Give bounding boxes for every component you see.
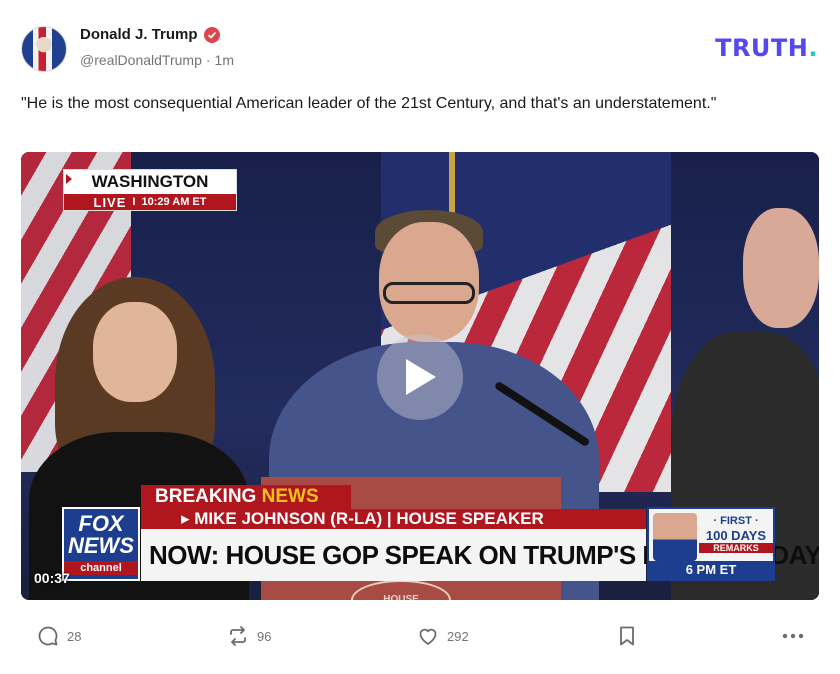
separator: · <box>205 52 211 68</box>
post-text: "He is the most consequential American l… <box>21 95 717 112</box>
more-options-button[interactable] <box>781 620 805 652</box>
breaking-news-label: BREAKING NEWS <box>141 485 351 509</box>
video-duration: 00:37 <box>34 570 70 586</box>
live-label: LIVE <box>93 194 127 210</box>
heart-icon <box>419 628 437 645</box>
fox-logo-line1: FOX <box>78 511 124 536</box>
live-bar: LIVE I 10:29 AM ET <box>64 194 236 210</box>
video-player[interactable]: HOUSE WASHINGTON LIVE I 10:29 AM ET BREA… <box>21 152 819 600</box>
post-time[interactable]: 1m <box>215 52 234 68</box>
action-bar: 28 96 292 <box>0 620 840 652</box>
avatar[interactable] <box>21 26 67 72</box>
live-time: 10:29 AM ET <box>141 196 207 208</box>
news-text: NEWS <box>261 486 319 507</box>
reply-count: 28 <box>67 628 82 644</box>
like-button[interactable]: 292 <box>417 620 469 652</box>
bookmark-button[interactable] <box>617 620 637 652</box>
author-name[interactable]: Donald J. Trump <box>80 26 198 43</box>
promo-line2: 100 DAYS <box>705 528 767 543</box>
reply-button[interactable]: 28 <box>37 620 81 652</box>
promo-thumbnail <box>653 513 697 561</box>
promo-line3: REMARKS <box>699 543 773 553</box>
fox-logo-line3: channel <box>64 561 138 575</box>
retruth-count: 96 <box>257 628 272 644</box>
location-title: WASHINGTON <box>91 172 209 191</box>
like-count: 292 <box>447 628 469 644</box>
play-icon <box>406 359 436 395</box>
verified-badge-icon <box>203 26 220 43</box>
live-divider: I <box>132 196 136 208</box>
more-icon <box>782 633 804 639</box>
promo-line1: · FIRST · <box>713 515 759 527</box>
author-handle[interactable]: @realDonaldTrump <box>80 52 202 68</box>
breaking-text: BREAKING <box>155 486 257 507</box>
fox-news-logo: FOX NEWS channel <box>62 507 140 581</box>
retruth-button[interactable]: 96 <box>227 620 271 652</box>
promo-box: · FIRST · 100 DAYS REMARKS 6 PM ET <box>647 507 775 581</box>
man-right-face <box>743 208 819 328</box>
woman-face <box>93 302 177 402</box>
chyron-headline: NOW: HOUSE GOP SPEAK ON TRUMP'S FIRST 10… <box>141 529 819 581</box>
retruth-icon <box>230 626 246 646</box>
fox-logo-line2: NEWS <box>68 533 134 558</box>
truth-logo-text: TRUTH <box>715 34 809 62</box>
comment-icon <box>38 626 58 646</box>
truth-logo[interactable]: TRUTH. <box>715 34 818 62</box>
bookmark-icon <box>620 626 634 646</box>
truth-logo-dot: . <box>808 34 818 62</box>
handle-row: @realDonaldTrump · 1m <box>80 52 234 68</box>
location-graphic: WASHINGTON LIVE I 10:29 AM ET <box>63 169 237 211</box>
play-button[interactable] <box>377 334 463 420</box>
speaker-glasses <box>383 282 475 304</box>
author-name-row[interactable]: Donald J. Trump <box>80 26 220 43</box>
chyron-subline: ▸ MIKE JOHNSON (R-LA) | HOUSE SPEAKER <box>141 509 646 529</box>
author-block: Donald J. Trump @realDonaldTrump · 1m <box>80 26 234 68</box>
promo-time: 6 PM ET <box>649 561 773 579</box>
